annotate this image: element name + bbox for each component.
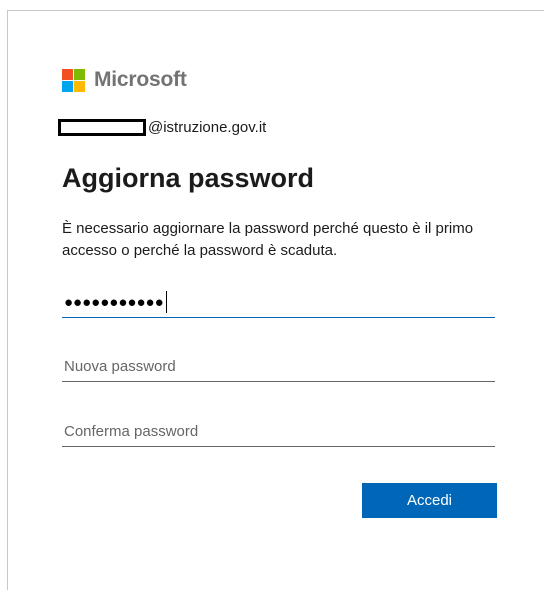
microsoft-logo-icon — [62, 68, 85, 92]
new-password-field[interactable] — [62, 352, 495, 382]
submit-button[interactable]: Accedi — [362, 483, 497, 518]
microsoft-logo-text: Microsoft — [94, 68, 187, 91]
account-domain: @istruzione.gov.it — [148, 119, 267, 136]
account-identity: @istruzione.gov.it — [58, 119, 266, 136]
microsoft-logo: Microsoft — [62, 68, 187, 92]
page-description: È necessario aggiornare la password perc… — [62, 220, 474, 259]
redacted-username — [58, 119, 146, 136]
current-password-field[interactable] — [62, 288, 495, 318]
confirm-password-field[interactable] — [62, 417, 495, 447]
page-title: Aggiorna password — [62, 163, 315, 193]
